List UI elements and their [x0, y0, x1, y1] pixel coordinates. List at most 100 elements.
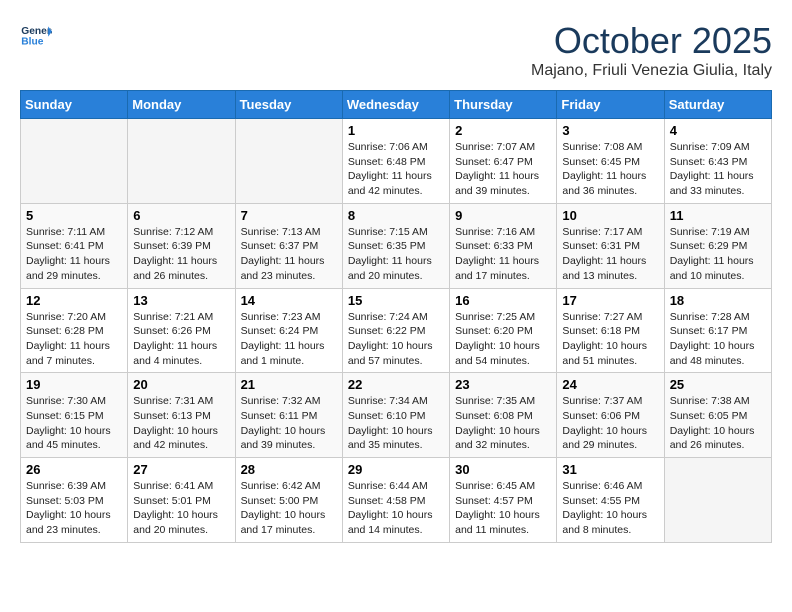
day-info: Sunrise: 7:32 AMSunset: 6:11 PMDaylight:…	[241, 394, 337, 453]
weekday-header-tuesday: Tuesday	[235, 91, 342, 119]
calendar-cell: 20 Sunrise: 7:31 AMSunset: 6:13 PMDayligh…	[128, 373, 235, 458]
calendar-cell: 30 Sunrise: 6:45 AMSunset: 4:57 PMDayligh…	[450, 458, 557, 543]
day-number: 13	[133, 293, 229, 308]
day-info: Sunrise: 7:12 AMSunset: 6:39 PMDaylight:…	[133, 225, 229, 284]
day-info: Sunrise: 7:15 AMSunset: 6:35 PMDaylight:…	[348, 225, 444, 284]
calendar-cell: 14 Sunrise: 7:23 AMSunset: 6:24 PMDayligh…	[235, 288, 342, 373]
calendar-cell: 3Sunrise: 7:08 AMSunset: 6:45 PMDaylight…	[557, 119, 664, 204]
day-info: Sunrise: 6:46 AMSunset: 4:55 PMDaylight:…	[562, 479, 658, 538]
calendar-cell: 4 Sunrise: 7:09 AMSunset: 6:43 PMDaylight…	[664, 119, 771, 204]
calendar-cell: 19 Sunrise: 7:30 AMSunset: 6:15 PMDayligh…	[21, 373, 128, 458]
weekday-header-monday: Monday	[128, 91, 235, 119]
day-info: Sunrise: 7:11 AMSunset: 6:41 PMDaylight:…	[26, 225, 122, 284]
calendar-cell: 13Sunrise: 7:21 AMSunset: 6:26 PMDayligh…	[128, 288, 235, 373]
calendar-week-4: 19 Sunrise: 7:30 AMSunset: 6:15 PMDayligh…	[21, 373, 772, 458]
calendar-cell: 16Sunrise: 7:25 AMSunset: 6:20 PMDayligh…	[450, 288, 557, 373]
day-number: 27	[133, 462, 229, 477]
day-number: 25	[670, 377, 766, 392]
day-info: Sunrise: 7:08 AMSunset: 6:45 PMDaylight:…	[562, 140, 658, 199]
day-number: 5	[26, 208, 122, 223]
day-number: 12	[26, 293, 122, 308]
calendar-week-2: 5 Sunrise: 7:11 AMSunset: 6:41 PMDaylight…	[21, 203, 772, 288]
calendar-cell: 12 Sunrise: 7:20 AMSunset: 6:28 PMDayligh…	[21, 288, 128, 373]
calendar-cell: 11 Sunrise: 7:19 AMSunset: 6:29 PMDayligh…	[664, 203, 771, 288]
calendar-cell: 2 Sunrise: 7:07 AMSunset: 6:47 PMDaylight…	[450, 119, 557, 204]
day-number: 11	[670, 208, 766, 223]
day-info: Sunrise: 7:38 AMSunset: 6:05 PMDaylight:…	[670, 394, 766, 453]
day-info: Sunrise: 6:44 AMSunset: 4:58 PMDaylight:…	[348, 479, 444, 538]
day-number: 23	[455, 377, 551, 392]
calendar-cell: 5 Sunrise: 7:11 AMSunset: 6:41 PMDaylight…	[21, 203, 128, 288]
day-info: Sunrise: 7:24 AMSunset: 6:22 PMDaylight:…	[348, 310, 444, 369]
calendar-week-3: 12 Sunrise: 7:20 AMSunset: 6:28 PMDayligh…	[21, 288, 772, 373]
calendar-cell: 25 Sunrise: 7:38 AMSunset: 6:05 PMDayligh…	[664, 373, 771, 458]
day-number: 8	[348, 208, 444, 223]
title-area: October 2025 Majano, Friuli Venezia Giul…	[531, 20, 772, 80]
calendar-week-1: 1 Sunrise: 7:06 AMSunset: 6:48 PMDaylight…	[21, 119, 772, 204]
calendar-cell	[21, 119, 128, 204]
day-info: Sunrise: 7:19 AMSunset: 6:29 PMDaylight:…	[670, 225, 766, 284]
svg-text:Blue: Blue	[21, 36, 43, 47]
day-number: 22	[348, 377, 444, 392]
day-number: 29	[348, 462, 444, 477]
calendar-cell: 7Sunrise: 7:13 AMSunset: 6:37 PMDaylight…	[235, 203, 342, 288]
day-info: Sunrise: 6:41 AMSunset: 5:01 PMDaylight:…	[133, 479, 229, 538]
day-info: Sunrise: 7:25 AMSunset: 6:20 PMDaylight:…	[455, 310, 551, 369]
day-number: 21	[241, 377, 337, 392]
calendar-table: SundayMondayTuesdayWednesdayThursdayFrid…	[20, 90, 772, 543]
day-number: 19	[26, 377, 122, 392]
day-info: Sunrise: 7:17 AMSunset: 6:31 PMDaylight:…	[562, 225, 658, 284]
day-number: 30	[455, 462, 551, 477]
calendar-cell: 9 Sunrise: 7:16 AMSunset: 6:33 PMDaylight…	[450, 203, 557, 288]
day-info: Sunrise: 6:42 AMSunset: 5:00 PMDaylight:…	[241, 479, 337, 538]
calendar-cell: 6 Sunrise: 7:12 AMSunset: 6:39 PMDaylight…	[128, 203, 235, 288]
weekday-header-wednesday: Wednesday	[342, 91, 449, 119]
day-number: 4	[670, 123, 766, 138]
calendar-cell: 21 Sunrise: 7:32 AMSunset: 6:11 PMDayligh…	[235, 373, 342, 458]
day-number: 14	[241, 293, 337, 308]
day-info: Sunrise: 7:30 AMSunset: 6:15 PMDaylight:…	[26, 394, 122, 453]
calendar-cell	[235, 119, 342, 204]
day-number: 10	[562, 208, 658, 223]
day-number: 26	[26, 462, 122, 477]
calendar-cell: 1 Sunrise: 7:06 AMSunset: 6:48 PMDaylight…	[342, 119, 449, 204]
day-number: 24	[562, 377, 658, 392]
day-info: Sunrise: 7:09 AMSunset: 6:43 PMDaylight:…	[670, 140, 766, 199]
calendar-cell: 18Sunrise: 7:28 AMSunset: 6:17 PMDayligh…	[664, 288, 771, 373]
day-number: 15	[348, 293, 444, 308]
day-info: Sunrise: 7:23 AMSunset: 6:24 PMDaylight:…	[241, 310, 337, 369]
day-number: 1	[348, 123, 444, 138]
day-info: Sunrise: 7:16 AMSunset: 6:33 PMDaylight:…	[455, 225, 551, 284]
day-info: Sunrise: 7:37 AMSunset: 6:06 PMDaylight:…	[562, 394, 658, 453]
calendar-cell: 22Sunrise: 7:34 AMSunset: 6:10 PMDayligh…	[342, 373, 449, 458]
day-info: Sunrise: 6:39 AMSunset: 5:03 PMDaylight:…	[26, 479, 122, 538]
day-number: 9	[455, 208, 551, 223]
day-info: Sunrise: 7:31 AMSunset: 6:13 PMDaylight:…	[133, 394, 229, 453]
day-info: Sunrise: 7:13 AMSunset: 6:37 PMDaylight:…	[241, 225, 337, 284]
weekday-header-row: SundayMondayTuesdayWednesdayThursdayFrid…	[21, 91, 772, 119]
day-info: Sunrise: 7:27 AMSunset: 6:18 PMDaylight:…	[562, 310, 658, 369]
calendar-cell: 23Sunrise: 7:35 AMSunset: 6:08 PMDayligh…	[450, 373, 557, 458]
calendar-cell: 10 Sunrise: 7:17 AMSunset: 6:31 PMDayligh…	[557, 203, 664, 288]
day-number: 17	[562, 293, 658, 308]
weekday-header-friday: Friday	[557, 91, 664, 119]
day-info: Sunrise: 7:28 AMSunset: 6:17 PMDaylight:…	[670, 310, 766, 369]
day-info: Sunrise: 7:06 AMSunset: 6:48 PMDaylight:…	[348, 140, 444, 199]
month-title: October 2025	[531, 20, 772, 62]
header: General Blue October 2025 Majano, Friuli…	[20, 20, 772, 80]
logo: General Blue	[20, 20, 52, 52]
day-number: 6	[133, 208, 229, 223]
day-number: 2	[455, 123, 551, 138]
calendar-cell	[664, 458, 771, 543]
calendar-cell: 17 Sunrise: 7:27 AMSunset: 6:18 PMDayligh…	[557, 288, 664, 373]
calendar-cell: 15 Sunrise: 7:24 AMSunset: 6:22 PMDayligh…	[342, 288, 449, 373]
weekday-header-saturday: Saturday	[664, 91, 771, 119]
day-number: 31	[562, 462, 658, 477]
day-number: 20	[133, 377, 229, 392]
calendar-cell: 26 Sunrise: 6:39 AMSunset: 5:03 PMDayligh…	[21, 458, 128, 543]
day-info: Sunrise: 7:20 AMSunset: 6:28 PMDaylight:…	[26, 310, 122, 369]
calendar-week-5: 26 Sunrise: 6:39 AMSunset: 5:03 PMDayligh…	[21, 458, 772, 543]
day-info: Sunrise: 6:45 AMSunset: 4:57 PMDaylight:…	[455, 479, 551, 538]
day-info: Sunrise: 7:07 AMSunset: 6:47 PMDaylight:…	[455, 140, 551, 199]
calendar-cell: 8 Sunrise: 7:15 AMSunset: 6:35 PMDaylight…	[342, 203, 449, 288]
